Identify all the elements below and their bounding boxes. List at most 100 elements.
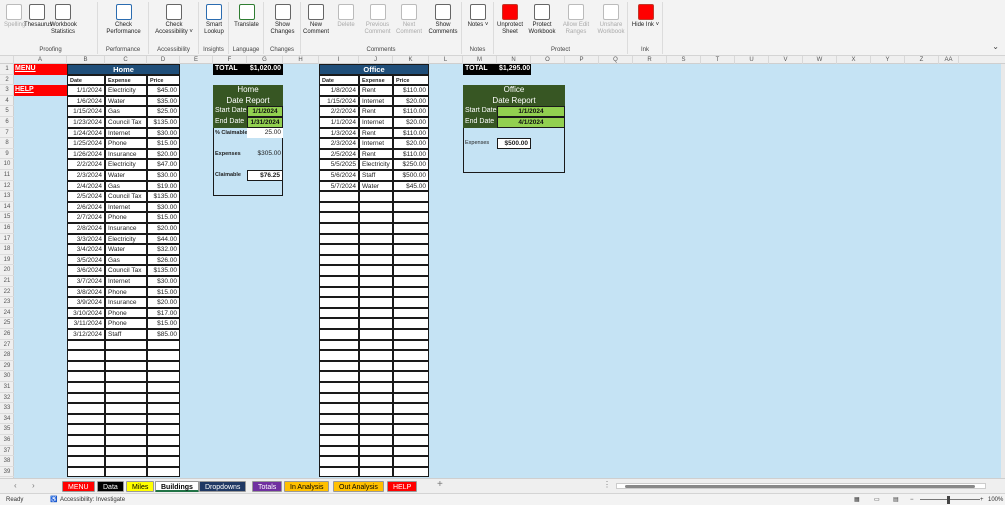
empty-cell[interactable] [319, 466, 359, 478]
home-expense-cell[interactable]: Gas [105, 180, 147, 192]
office-date-cell[interactable]: 1/1/2024 [319, 117, 359, 128]
home-price-cell[interactable]: $15.00 [147, 138, 180, 149]
new-comment-button[interactable]: New Comment [301, 4, 331, 36]
home-date-cell[interactable]: 3/5/2024 [67, 254, 105, 266]
protect-workbook-button[interactable]: Protect Workbook [526, 4, 558, 36]
empty-cell[interactable] [319, 371, 359, 382]
home-date-cell[interactable]: 1/26/2024 [67, 148, 105, 160]
home-date-cell[interactable]: 2/7/2024 [67, 212, 105, 223]
home-price-cell[interactable]: $26.00 [147, 254, 180, 266]
empty-cell[interactable] [147, 435, 180, 446]
empty-cell[interactable] [105, 413, 147, 425]
home-price-cell[interactable]: $45.00 [147, 85, 180, 96]
office-expense-cell[interactable]: Internet [359, 117, 393, 128]
empty-cell[interactable] [359, 212, 393, 223]
home-expense-cell[interactable]: Phone [105, 307, 147, 319]
row-header[interactable]: 37 [0, 446, 14, 457]
empty-cell[interactable] [359, 413, 393, 425]
home-expense-cell[interactable]: Phone [105, 318, 147, 329]
row-header[interactable]: 35 [0, 424, 14, 435]
home-expense-cell[interactable]: Phone [105, 212, 147, 223]
empty-cell[interactable] [319, 424, 359, 435]
empty-cell[interactable] [147, 339, 180, 351]
empty-cell[interactable] [147, 403, 180, 414]
home-price-cell[interactable]: $44.00 [147, 233, 180, 245]
empty-cell[interactable] [319, 254, 359, 266]
empty-cell[interactable] [67, 392, 105, 404]
column-header[interactable]: X [837, 56, 871, 64]
empty-cell[interactable] [67, 382, 105, 393]
empty-cell[interactable] [319, 413, 359, 425]
column-header[interactable]: J [359, 56, 393, 64]
office-expense-cell[interactable]: Staff [359, 170, 393, 181]
page-break-icon[interactable]: ▤ [893, 494, 899, 506]
office-expense-cell[interactable]: Rent [359, 127, 393, 139]
home-date-cell[interactable]: 1/24/2024 [67, 127, 105, 139]
row-header[interactable]: 2 [0, 75, 14, 86]
column-header[interactable]: T [701, 56, 735, 64]
empty-cell[interactable] [319, 212, 359, 223]
tab-options-icon[interactable]: ⋮ [603, 480, 611, 489]
empty-cell[interactable] [67, 435, 105, 446]
empty-cell[interactable] [105, 403, 147, 414]
empty-cell[interactable] [393, 286, 429, 298]
column-header[interactable]: M [463, 56, 497, 64]
empty-cell[interactable] [319, 329, 359, 340]
zoom-slider-thumb[interactable] [947, 496, 950, 504]
hide-ink-button[interactable]: Hide Ink ˅ [628, 4, 663, 29]
empty-cell[interactable] [393, 456, 429, 467]
empty-cell[interactable] [393, 265, 429, 276]
home-expense-cell[interactable]: Water [105, 170, 147, 181]
previous-comment-button[interactable]: Previous Comment [361, 4, 394, 36]
sheet-tab-dropdowns[interactable]: Dropdowns [199, 481, 247, 492]
home-date-cell[interactable]: 2/3/2024 [67, 170, 105, 181]
sheet-tab-help[interactable]: HELP [387, 481, 418, 492]
home-date-cell[interactable]: 1/25/2024 [67, 138, 105, 149]
office-expense-cell[interactable]: Electricity [359, 159, 393, 170]
home-price-cell[interactable]: $15.00 [147, 318, 180, 329]
empty-cell[interactable] [359, 329, 393, 340]
row-header[interactable]: 16 [0, 223, 14, 234]
empty-cell[interactable] [319, 318, 359, 329]
empty-cell[interactable] [359, 445, 393, 457]
column-header[interactable]: S [667, 56, 701, 64]
next-sheet-icon[interactable]: › [32, 481, 35, 490]
office-price-cell[interactable]: $20.00 [393, 117, 429, 128]
office-price-cell[interactable]: $45.00 [393, 180, 429, 192]
sheet-tab-in-analysis[interactable]: In Analysis [284, 481, 330, 492]
home-expense-cell[interactable]: Gas [105, 106, 147, 117]
empty-cell[interactable] [319, 191, 359, 202]
sheet-tab-miles[interactable]: Miles [126, 481, 155, 492]
empty-cell[interactable] [147, 382, 180, 393]
empty-cell[interactable] [359, 466, 393, 478]
row-header[interactable]: 36 [0, 435, 14, 446]
column-header[interactable]: H [283, 56, 319, 64]
empty-cell[interactable] [67, 424, 105, 435]
sheet-tab-data[interactable]: Data [97, 481, 124, 492]
empty-cell[interactable] [393, 297, 429, 308]
column-header[interactable]: Z [905, 56, 939, 64]
home-price-cell[interactable]: $135.00 [147, 191, 180, 202]
home-price-cell[interactable]: $17.00 [147, 307, 180, 319]
empty-cell[interactable] [147, 350, 180, 361]
row-header[interactable]: 19 [0, 255, 14, 266]
empty-cell[interactable] [319, 223, 359, 234]
office-date-cell[interactable]: 1/3/2024 [319, 127, 359, 139]
row-header[interactable]: 26 [0, 329, 14, 340]
worksheet-grid[interactable]: MENU HELP Home Date Expense Price 1/1/2024 Elec… [14, 64, 1001, 478]
sheet-tab-buildings[interactable]: Buildings [155, 481, 199, 492]
empty-cell[interactable] [393, 466, 429, 478]
empty-cell[interactable] [105, 466, 147, 478]
empty-cell[interactable] [319, 265, 359, 276]
row-header[interactable]: 17 [0, 234, 14, 245]
empty-cell[interactable] [359, 339, 393, 351]
column-header[interactable]: I [319, 56, 359, 64]
empty-cell[interactable] [393, 201, 429, 213]
empty-cell[interactable] [105, 392, 147, 404]
zoom-out-icon[interactable]: − [910, 494, 914, 506]
empty-cell[interactable] [359, 456, 393, 467]
empty-cell[interactable] [105, 435, 147, 446]
empty-cell[interactable] [67, 339, 105, 351]
row-header[interactable]: 39 [0, 467, 14, 478]
empty-cell[interactable] [393, 223, 429, 234]
